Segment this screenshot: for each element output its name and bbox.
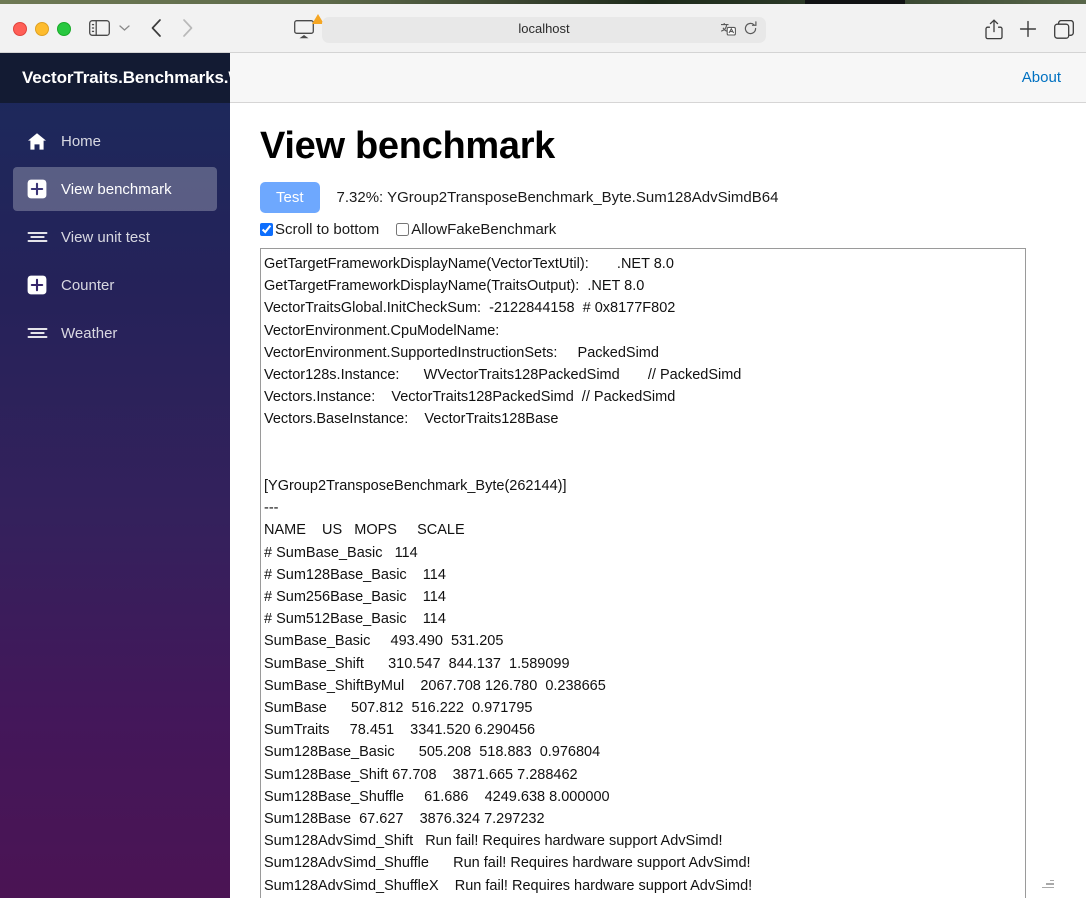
page-title: View benchmark [260,125,556,167]
forward-button[interactable] [176,17,198,39]
window-controls [13,22,71,36]
close-window-button[interactable] [13,22,27,36]
sidebar-item-label: Counter [61,276,115,294]
plus-square-icon [26,274,48,296]
test-button[interactable]: Test [260,182,320,213]
sidebar-item-label: Home [61,132,102,150]
sidebar-item-view-unit-test[interactable]: View unit test [13,215,217,259]
address-bar-actions [720,21,758,41]
url-text: localhost [518,21,570,36]
sidebar-item-label: View unit test [61,228,150,246]
textarea-resize-grip[interactable] [1040,875,1054,889]
sidebar-nav: Home View benchmark View unit test Count… [0,103,230,355]
page-body: View benchmark Test 7.32%: YGroup2Transp… [230,125,1086,898]
app-sidebar: VectorTraits.Benchmarks.Wa Home View ben… [0,53,253,898]
page-viewport: VectorTraits.Benchmarks.Wa Home View ben… [0,53,1086,898]
browser-toolbar: localhost [0,4,1086,53]
app-topbar: About [230,53,1086,103]
sidebar-toggle-icon[interactable] [88,18,110,38]
back-button[interactable] [145,17,167,39]
app-brand-title: VectorTraits.Benchmarks.Wa [22,68,254,87]
benchmark-output-textarea[interactable] [260,248,1026,898]
translate-icon[interactable] [720,22,736,41]
allow-fake-benchmark-checkbox[interactable] [396,223,410,236]
minimize-window-button[interactable] [35,22,49,36]
chevron-down-icon[interactable] [116,20,132,36]
scroll-to-bottom-checkbox[interactable] [260,223,273,236]
list-icon [26,226,48,248]
home-icon [26,130,48,152]
plus-square-icon [26,178,48,200]
sidebar-item-view-benchmark[interactable]: View benchmark [13,167,217,211]
sidebar-item-label: View benchmark [61,180,172,198]
sidebar-item-weather[interactable]: Weather [13,311,217,355]
sidebar-header: VectorTraits.Benchmarks.Wa [0,53,253,103]
allow-fake-benchmark-label: AllowFakeBenchmark [411,221,557,238]
benchmark-options-row: Scroll to bottom AllowFakeBenchmark [260,221,1056,238]
scroll-to-bottom-label: Scroll to bottom [275,221,380,238]
sidebar-item-label: Weather [61,324,118,342]
benchmark-progress-text: 7.32%: YGroup2TransposeBenchmark_Byte.Su… [336,189,779,206]
reload-icon[interactable] [743,21,758,41]
browser-window: localhost VectorTraits.Benchmarks.Wa Hom… [0,4,1086,898]
sidebar-item-home[interactable]: Home [13,119,217,163]
main-content: About View benchmark Test 7.32%: YGroup2… [230,53,1086,898]
about-link[interactable]: About [1022,69,1061,86]
new-tab-button[interactable] [1018,19,1038,39]
address-bar[interactable]: localhost [322,17,766,43]
list-icon [26,322,48,344]
benchmark-run-row: Test 7.32%: YGroup2TransposeBenchmark_By… [260,182,1056,213]
maximize-window-button[interactable] [57,22,71,36]
tab-overview-button[interactable] [1053,19,1075,39]
sidebar-item-counter[interactable]: Counter [13,263,217,307]
share-icon[interactable] [984,18,1004,40]
